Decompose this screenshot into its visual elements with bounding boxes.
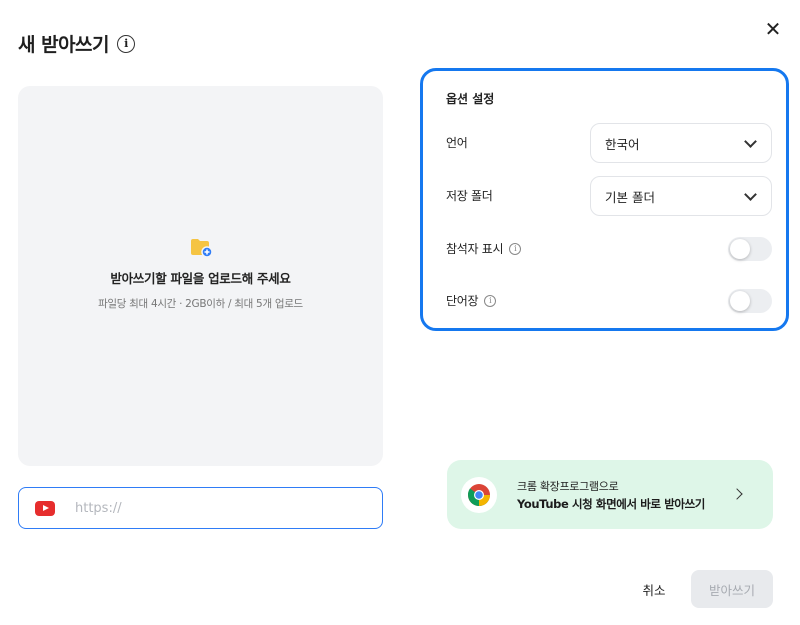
vocabulary-toggle[interactable]: [728, 289, 772, 313]
upload-limits: 파일당 최대 4시간 · 2GB이하 / 최대 5개 업로드: [98, 298, 303, 310]
promo-line-2: YouTube 시청 화면에서 바로 받아쓰기: [517, 497, 705, 511]
url-input[interactable]: [73, 499, 327, 517]
chevron-right-icon: [731, 488, 743, 500]
speaker-toggle[interactable]: [728, 237, 772, 261]
folder-value: 기본 폴더: [605, 189, 655, 205]
folder-select[interactable]: 기본 폴더: [590, 176, 772, 216]
language-value: 한국어: [605, 136, 640, 152]
url-field[interactable]: [18, 487, 383, 529]
info-icon[interactable]: i: [484, 294, 497, 307]
speaker-label-text: 참석자 표시: [446, 242, 504, 256]
folder-label: 저장 폴더: [446, 187, 493, 204]
folder-add-icon: [190, 236, 213, 258]
promo-line-1: 크롬 확장프로그램으로: [517, 480, 619, 493]
vocabulary-label: 단어장 i: [446, 292, 497, 309]
chevron-down-icon: [744, 134, 757, 148]
folder-label-text: 저장 폴더: [446, 189, 493, 203]
speaker-label: 참석자 표시 i: [446, 240, 522, 257]
info-icon[interactable]: i: [509, 242, 522, 255]
chrome-icon: [461, 477, 497, 513]
upload-dropzone[interactable]: 받아쓰기할 파일을 업로드해 주세요 파일당 최대 4시간 · 2GB이하 / …: [18, 86, 383, 466]
language-label: 언어: [446, 134, 468, 151]
options-title: 옵션 설정: [446, 92, 495, 106]
toggle-knob: [730, 291, 750, 311]
chrome-extension-banner[interactable]: 크롬 확장프로그램으로 YouTube 시청 화면에서 바로 받아쓰기: [447, 460, 773, 529]
submit-button[interactable]: 받아쓰기: [691, 570, 773, 608]
info-icon[interactable]: i: [117, 34, 136, 53]
dialog-header: 새 받아쓰기 i: [18, 30, 136, 57]
language-select[interactable]: 한국어: [590, 123, 772, 163]
youtube-icon: [35, 500, 55, 516]
vocabulary-label-text: 단어장: [446, 294, 479, 308]
cancel-button[interactable]: 취소: [632, 571, 676, 607]
chevron-down-icon: [744, 187, 757, 201]
dialog-title: 새 받아쓰기: [18, 34, 110, 56]
toggle-knob: [730, 239, 750, 259]
upload-instruction: 받아쓰기할 파일을 업로드해 주세요: [110, 271, 291, 286]
language-label-text: 언어: [446, 136, 468, 150]
close-icon[interactable]: ✕: [762, 18, 784, 40]
